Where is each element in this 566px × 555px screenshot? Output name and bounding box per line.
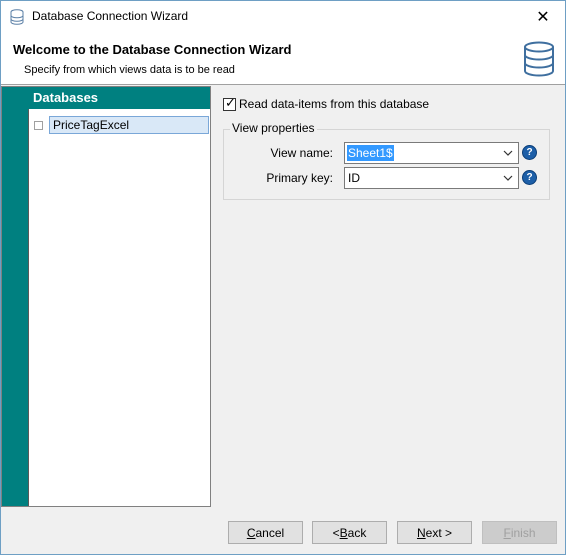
help-icon[interactable]: ? — [522, 170, 537, 185]
next-button[interactable]: Next > — [397, 521, 472, 544]
wizard-window: Database Connection Wizard ✕ Welcome to … — [0, 0, 566, 555]
window-title: Database Connection Wizard — [32, 9, 189, 23]
close-button[interactable]: ✕ — [521, 1, 565, 32]
read-data-checkbox[interactable]: ✓ — [223, 94, 236, 111]
tree-item-label[interactable]: PriceTagExcel — [49, 116, 209, 134]
view-name-label: View name: — [270, 146, 333, 160]
wizard-header: Welcome to the Database Connection Wizar… — [1, 32, 565, 85]
page-title: Welcome to the Database Connection Wizar… — [13, 42, 292, 57]
databases-panel: Databases PriceTagExcel — [1, 86, 211, 507]
view-properties-group: View properties View name: Sheet1$ ? Pri… — [223, 121, 551, 200]
primary-key-combobox[interactable]: ID — [344, 167, 519, 189]
primary-key-label: Primary key: — [266, 171, 333, 185]
database-icon — [10, 9, 24, 25]
view-name-row: View name: Sheet1$ ? — [224, 142, 551, 164]
tree-expander-icon[interactable] — [34, 120, 43, 130]
cancel-button[interactable]: Cancel — [228, 521, 303, 544]
back-button[interactable]: < Back — [312, 521, 387, 544]
primary-key-value[interactable]: ID — [347, 170, 361, 186]
view-name-value[interactable]: Sheet1$ — [347, 145, 394, 161]
finish-button[interactable]: Finish — [482, 521, 557, 544]
chevron-down-icon[interactable] — [500, 168, 516, 188]
databases-heading: Databases — [28, 87, 210, 109]
tree-item-pricetagexcel[interactable]: PriceTagExcel — [34, 116, 209, 134]
page-subtitle: Specify from which views data is to be r… — [24, 64, 235, 76]
title-bar: Database Connection Wizard ✕ — [1, 1, 565, 32]
checkmark-icon: ✓ — [225, 94, 236, 110]
accent-bar — [2, 87, 28, 506]
view-name-combobox[interactable]: Sheet1$ — [344, 142, 519, 164]
databases-tree[interactable]: PriceTagExcel — [28, 109, 210, 506]
read-data-checkbox-label[interactable]: Read data-items from this database — [239, 97, 429, 111]
group-title: View properties — [230, 121, 317, 135]
button-bar: Cancel < Back Next > Finish — [1, 507, 565, 554]
help-icon[interactable]: ? — [522, 145, 537, 160]
options-area: ✓ Read data-items from this database Vie… — [213, 86, 565, 507]
close-icon: ✕ — [536, 8, 550, 26]
read-data-checkbox-row[interactable]: ✓ Read data-items from this database — [223, 94, 429, 111]
database-icon — [524, 41, 554, 77]
chevron-down-icon[interactable] — [500, 143, 516, 163]
primary-key-row: Primary key: ID ? — [224, 167, 551, 189]
